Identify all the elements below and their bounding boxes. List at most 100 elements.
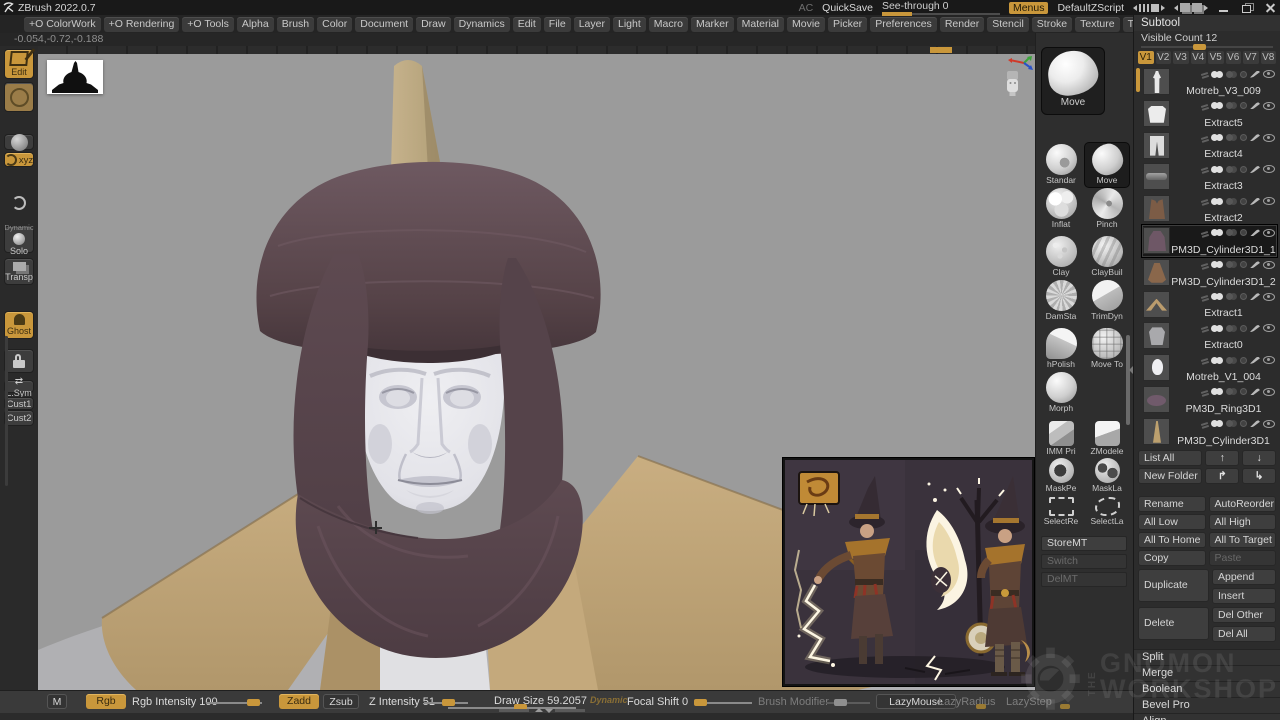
visible-count-track[interactable]: [1141, 46, 1273, 48]
boolean-subtract-icon[interactable]: [1226, 71, 1233, 78]
boolean-start-icon[interactable]: [1201, 104, 1208, 108]
rgb-intensity-handle[interactable]: [247, 699, 260, 706]
palette-scroll-icon[interactable]: [1174, 3, 1208, 12]
paste-button[interactable]: Paste: [1209, 550, 1277, 566]
toolbar-scroll-track[interactable]: [5, 336, 8, 486]
menu-edit[interactable]: Edit: [513, 17, 541, 32]
subtool-row-pm3d-ring3d1[interactable]: PM3D_Ring3D1: [1142, 384, 1277, 416]
dynamic-label[interactable]: Dynamic: [590, 695, 628, 705]
brush-move-to[interactable]: Move To: [1085, 327, 1129, 371]
boolean-intersect-icon[interactable]: [1240, 388, 1247, 395]
subtool-row-extract1[interactable]: Extract1: [1142, 289, 1277, 321]
tool-ghost[interactable]: Ghost: [4, 311, 34, 339]
boolean-intersect-icon[interactable]: [1240, 134, 1247, 141]
duplicate-button[interactable]: Duplicate: [1138, 569, 1209, 602]
tool-transp[interactable]: Transp: [4, 258, 34, 285]
subtool-tab-v3[interactable]: V3: [1173, 51, 1189, 64]
subtool-row-motreb-v3-009[interactable]: Motreb_V3_009: [1142, 66, 1277, 98]
switch-button[interactable]: Switch: [1041, 554, 1127, 569]
tool-cust2[interactable]: Cust2: [4, 410, 34, 426]
boolean-subtract-icon[interactable]: [1226, 325, 1233, 332]
brush-modifier-label[interactable]: Brush Modifier: [758, 696, 829, 708]
menus-toggle-button[interactable]: Menus: [1009, 2, 1049, 14]
visibility-eye-icon[interactable]: [1263, 197, 1275, 205]
sculpt-canvas[interactable]: [38, 46, 1035, 690]
menu-alpha[interactable]: Alpha: [237, 17, 274, 32]
polypaint-brush-icon[interactable]: [1250, 325, 1260, 332]
move-down-button[interactable]: ↓: [1242, 450, 1276, 466]
visibility-eye-icon[interactable]: [1263, 70, 1275, 78]
visibility-eye-icon[interactable]: [1263, 134, 1275, 142]
boolean-subtract-icon[interactable]: [1226, 357, 1233, 364]
section-merge[interactable]: Merge: [1134, 665, 1280, 681]
boolean-union-icon[interactable]: [1211, 229, 1218, 236]
brush-inflat[interactable]: Inflat: [1039, 187, 1083, 231]
rgb-button[interactable]: Rgb: [86, 694, 126, 709]
menu-preferences[interactable]: Preferences: [870, 17, 937, 32]
boolean-union-icon[interactable]: [1211, 293, 1218, 300]
boolean-subtract-icon[interactable]: [1226, 388, 1233, 395]
zsub-button[interactable]: Zsub: [323, 694, 359, 709]
polypaint-brush-icon[interactable]: [1250, 134, 1260, 141]
boolean-union-icon[interactable]: [1211, 325, 1218, 332]
visibility-eye-icon[interactable]: [1263, 229, 1275, 237]
visibility-eye-icon[interactable]: [1263, 356, 1275, 364]
move-up-button[interactable]: ↑: [1205, 450, 1239, 466]
boolean-start-icon[interactable]: [1201, 422, 1208, 426]
menu-o-tools[interactable]: +O Tools: [182, 17, 234, 32]
polypaint-brush-icon[interactable]: [1250, 388, 1260, 395]
append-button[interactable]: Append: [1212, 569, 1276, 585]
subtool-tab-v1[interactable]: V1: [1138, 51, 1154, 64]
subtool-row-extract4[interactable]: Extract4: [1142, 130, 1277, 162]
menu-tool[interactable]: Tool: [1123, 17, 1133, 32]
subtool-row-extract2[interactable]: Extract2: [1142, 193, 1277, 225]
boolean-subtract-icon[interactable]: [1226, 102, 1233, 109]
tool-l-sym[interactable]: L.Sym: [4, 380, 34, 393]
timeline-marker[interactable]: [930, 47, 952, 53]
rgb-intensity-label[interactable]: Rgb Intensity 100: [132, 696, 218, 708]
boolean-subtract-icon[interactable]: [1226, 198, 1233, 205]
menu-marker[interactable]: Marker: [691, 17, 734, 32]
boolean-union-icon[interactable]: [1211, 198, 1218, 205]
brush-move[interactable]: Move: [1085, 143, 1129, 187]
tool-solo[interactable]: DynamicSolo: [4, 226, 34, 253]
del-all-button[interactable]: Del All: [1212, 626, 1276, 642]
boolean-intersect-icon[interactable]: [1240, 420, 1247, 427]
lazystep-label[interactable]: LazyStep: [1006, 696, 1052, 708]
lazystep-handle[interactable]: [1060, 704, 1070, 709]
boolean-subtract-icon[interactable]: [1226, 134, 1233, 141]
focal-shift-track[interactable]: [700, 702, 752, 704]
menu-picker[interactable]: Picker: [828, 17, 867, 32]
subtool-row-extract3[interactable]: Extract3: [1142, 161, 1277, 193]
restore-button[interactable]: [1240, 2, 1254, 14]
boolean-start-icon[interactable]: [1201, 167, 1208, 171]
menu-material[interactable]: Material: [737, 17, 784, 32]
focal-shift-handle[interactable]: [694, 699, 707, 706]
boolean-union-icon[interactable]: [1211, 388, 1218, 395]
menu-dynamics[interactable]: Dynamics: [454, 17, 510, 32]
menu-render[interactable]: Render: [940, 17, 984, 32]
visibility-eye-icon[interactable]: [1263, 261, 1275, 269]
autoreorder-button[interactable]: AutoReorder: [1209, 496, 1277, 512]
boolean-intersect-icon[interactable]: [1240, 261, 1247, 268]
boolean-intersect-icon[interactable]: [1240, 229, 1247, 236]
subtool-tab-v6[interactable]: V6: [1226, 51, 1242, 64]
subtool-row-extract5[interactable]: Extract5: [1142, 98, 1277, 130]
brush-trimdyn[interactable]: TrimDyn: [1085, 279, 1129, 323]
brush-pinch[interactable]: Pinch: [1085, 187, 1129, 231]
subtool-row-pm3d-cylinder3d1[interactable]: PM3D_Cylinder3D1: [1142, 416, 1277, 448]
boolean-start-icon[interactable]: [1201, 231, 1208, 235]
subtool-tab-v2[interactable]: V2: [1156, 51, 1172, 64]
zadd-button[interactable]: Zadd: [279, 694, 319, 709]
subtool-tab-v4[interactable]: V4: [1191, 51, 1207, 64]
storemt-button[interactable]: StoreMT: [1041, 536, 1127, 551]
boolean-intersect-icon[interactable]: [1240, 102, 1247, 109]
mrgb-button[interactable]: M: [47, 694, 67, 709]
all-high-button[interactable]: All High: [1209, 514, 1277, 530]
menu-texture[interactable]: Texture: [1075, 17, 1119, 32]
del-other-button[interactable]: Del Other: [1212, 607, 1276, 623]
boolean-intersect-icon[interactable]: [1240, 293, 1247, 300]
brush-clay[interactable]: Clay: [1039, 235, 1083, 279]
brush-morph[interactable]: Morph: [1039, 371, 1083, 415]
brush-maskpe[interactable]: MaskPe: [1039, 456, 1083, 493]
